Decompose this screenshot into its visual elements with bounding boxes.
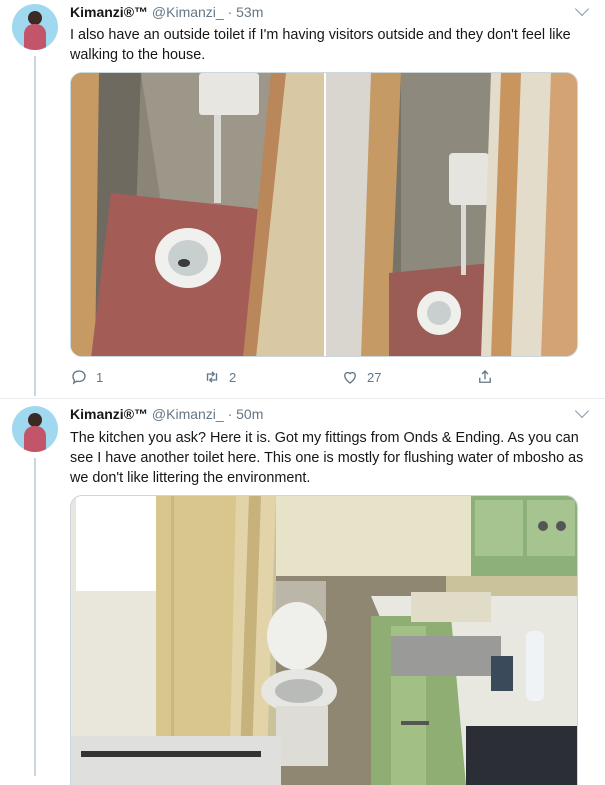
avatar[interactable] [12,4,58,50]
outside-toilet-photos [71,73,577,356]
name-badge: ®™ [123,4,149,20]
kitchen-photo [71,496,577,785]
tweet-2[interactable]: Kimanzi®™ @Kimanzi_ · 50m The kitchen yo… [0,400,605,785]
display-name[interactable]: Kimanzi [70,406,124,422]
tweet-text: I also have an outside toilet if I'm hav… [70,27,571,63]
tweet-header: Kimanzi®™ @Kimanzi_ · 53m [70,4,263,20]
like-button[interactable]: 27 [341,368,381,386]
chevron-down-icon[interactable] [574,1,590,17]
chevron-down-icon[interactable] [574,403,590,419]
user-handle[interactable]: @Kimanzi_ [152,4,224,20]
retweet-button[interactable]: 2 [203,368,236,386]
timestamp[interactable]: · 50m [228,406,264,422]
like-count: 27 [367,369,382,385]
reply-icon [72,370,86,385]
like-icon [344,371,356,384]
tweet-actions: 1 2 27 [70,368,578,388]
reply-button[interactable]: 1 [70,368,103,386]
tweet-media[interactable] [70,495,578,785]
tweet-media[interactable] [70,72,578,357]
display-name[interactable]: Kimanzi [70,4,124,20]
tweet-text: The kitchen you ask? Here it is. Got my … [70,430,584,486]
share-button[interactable] [476,368,494,386]
user-handle[interactable]: @Kimanzi_ [152,406,224,422]
retweet-icon [206,371,218,383]
share-icon [479,370,491,383]
tweet-1[interactable]: Kimanzi®™ @Kimanzi_ · 53m I also have an… [0,0,605,400]
tweet-divider [0,398,605,399]
avatar[interactable] [12,406,58,452]
name-badge: ®™ [123,406,149,422]
timestamp[interactable]: · 53m [228,4,264,20]
tweet-header: Kimanzi®™ @Kimanzi_ · 50m [70,406,263,422]
reply-count: 1 [96,369,104,385]
retweet-count: 2 [229,369,237,385]
